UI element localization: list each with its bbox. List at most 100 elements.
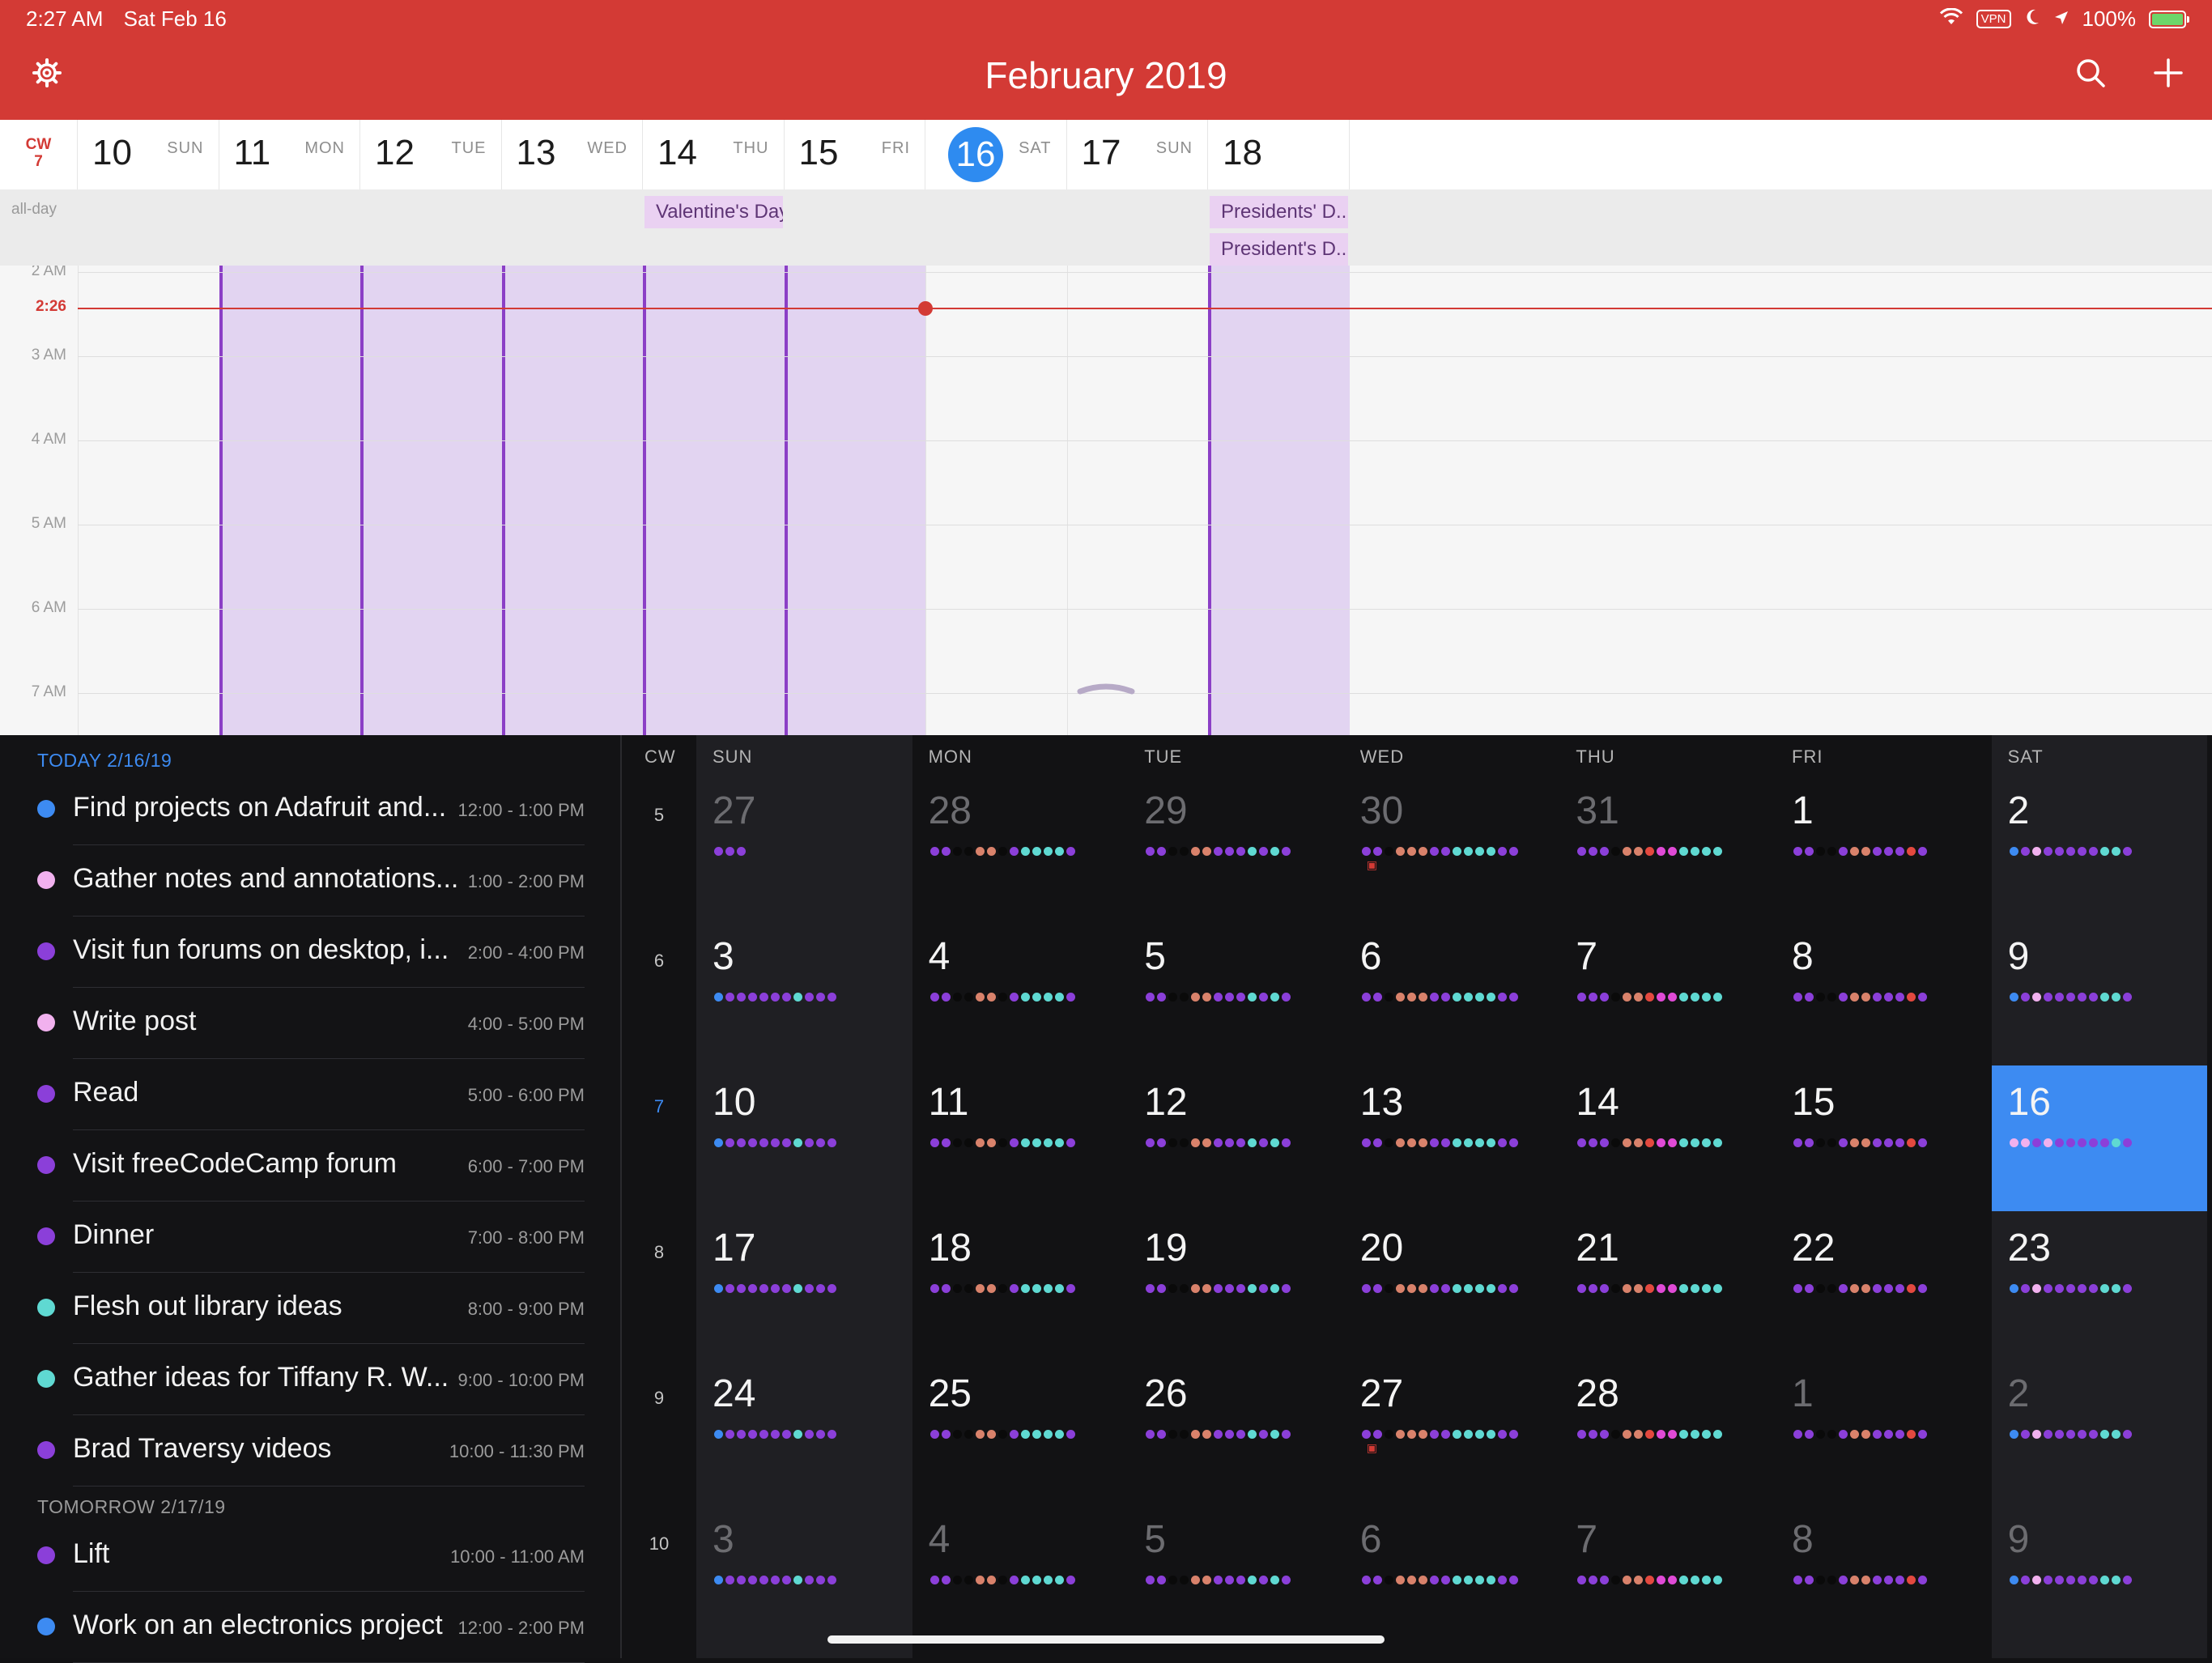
agenda-list[interactable]: TODAY 2/16/19 Find projects on Adafruit a… xyxy=(0,735,622,1663)
day-header-15[interactable]: 15 FRI xyxy=(785,120,925,189)
day-number: 14 xyxy=(1576,1081,1619,1124)
event-dot xyxy=(1589,847,1598,856)
month-day-cell[interactable]: 28 xyxy=(912,774,1128,920)
month-day-cell[interactable]: 4 xyxy=(912,1503,1128,1648)
month-day-cell[interactable]: 20 xyxy=(1344,1211,1559,1357)
month-day-cell[interactable]: 1 xyxy=(1776,774,1991,920)
event-block-12[interactable] xyxy=(360,266,502,735)
agenda-event[interactable]: Gather ideas for Tiffany R. W... 9:00 - 1… xyxy=(0,1344,622,1415)
event-dot xyxy=(793,1430,802,1439)
month-day-cell[interactable]: 2 xyxy=(1992,774,2207,920)
month-day-cell[interactable]: 3 xyxy=(696,920,912,1065)
event-time: 9:00 - 10:00 PM xyxy=(457,1370,585,1390)
event-dot xyxy=(737,1430,746,1439)
month-day-cell[interactable]: 29 xyxy=(1128,774,1343,920)
month-day-cell[interactable]: 8 xyxy=(1776,920,1991,1065)
month-day-cell[interactable]: 2 xyxy=(1992,1357,2207,1503)
day-header-11[interactable]: 11 MON xyxy=(219,120,360,189)
month-day-cell[interactable]: 5 xyxy=(1128,1503,1343,1648)
agenda-event[interactable]: Visit fun forums on desktop, i... 2:00 - … xyxy=(0,917,622,988)
month-day-cell[interactable]: 6 xyxy=(1344,920,1559,1065)
gear-icon[interactable] xyxy=(23,49,71,97)
month-day-cell[interactable]: 27 ▣ xyxy=(1344,1357,1559,1503)
search-icon[interactable] xyxy=(2066,49,2115,97)
agenda-event[interactable]: Flesh out library ideas 8:00 - 9:00 PM xyxy=(0,1273,622,1344)
agenda-event[interactable]: Find projects on Adafruit and... 12:00 - … xyxy=(0,774,622,845)
month-day-cell[interactable]: 21 xyxy=(1559,1211,1775,1357)
month-day-cell[interactable]: 8 xyxy=(1776,1503,1991,1648)
event-block-18[interactable] xyxy=(1208,266,1350,735)
month-day-cell[interactable]: 7 xyxy=(1559,920,1775,1065)
event-dot xyxy=(998,1284,1007,1293)
month-day-cell[interactable]: 28 xyxy=(1559,1357,1775,1503)
agenda-event[interactable]: Work on an electronics project 12:00 - 2:… xyxy=(0,1592,622,1663)
day-header-13[interactable]: 13 WED xyxy=(502,120,643,189)
month-day-cell[interactable]: 31 xyxy=(1559,774,1775,920)
month-day-cell[interactable]: 25 xyxy=(912,1357,1128,1503)
event-color-dot xyxy=(37,1546,55,1564)
month-day-cell[interactable]: 13 xyxy=(1344,1065,1559,1211)
event-dot xyxy=(1225,847,1235,856)
agenda-event[interactable]: Gather notes and annotations... 1:00 - 2:… xyxy=(0,845,622,917)
month-day-cell[interactable]: 30 ▣ xyxy=(1344,774,1559,920)
time-grid[interactable]: 2 AM 3 AM 4 AM 5 AM 6 AM 7 AM 2:26 xyxy=(0,266,2212,735)
event-dot xyxy=(1600,1284,1610,1293)
day-header-18[interactable]: 18 xyxy=(1208,120,1350,189)
event-dot xyxy=(1623,847,1632,856)
event-block-13[interactable] xyxy=(501,266,643,735)
month-day-cell[interactable]: 6 xyxy=(1344,1503,1559,1648)
day-header-17[interactable]: 17 SUN xyxy=(1067,120,1208,189)
month-day-cell[interactable]: 16 xyxy=(1991,1065,2207,1211)
day-column-divider xyxy=(1066,266,1068,735)
day-header-14[interactable]: 14 THU xyxy=(643,120,785,189)
agenda-event[interactable]: Lift 10:00 - 11:00 AM xyxy=(0,1521,622,1592)
month-day-cell[interactable]: 10 xyxy=(696,1065,912,1211)
month-day-cell[interactable]: 23 xyxy=(1992,1211,2207,1357)
month-day-cell[interactable]: 9 xyxy=(1992,920,2207,1065)
event-dot xyxy=(2054,1576,2064,1584)
event-block-14[interactable] xyxy=(643,266,785,735)
agenda-event[interactable]: Brad Traversy videos 10:00 - 11:30 PM xyxy=(0,1415,622,1486)
day-header-10[interactable]: 10 SUN xyxy=(78,120,219,189)
agenda-event[interactable]: Read 5:00 - 6:00 PM xyxy=(0,1059,622,1130)
day-header-16[interactable]: 16 SAT xyxy=(925,120,1067,189)
resize-handle-icon[interactable] xyxy=(1077,680,1135,696)
month-header-tue: TUE xyxy=(1144,746,1183,767)
all-day-event[interactable]: Valentine's Day xyxy=(644,196,783,228)
month-day-cell[interactable]: 27 xyxy=(696,774,912,920)
agenda-event[interactable]: Visit freeCodeCamp forum 6:00 - 7:00 PM xyxy=(0,1130,622,1202)
month-day-cell[interactable]: 3 xyxy=(696,1503,912,1648)
month-day-cell[interactable]: 15 xyxy=(1776,1065,1991,1211)
month-day-cell[interactable]: 5 xyxy=(1128,920,1343,1065)
event-dot xyxy=(1236,847,1246,856)
all-day-event[interactable]: Presidents' D... xyxy=(1210,196,1348,228)
event-dot xyxy=(1861,1430,1870,1439)
event-dots xyxy=(929,993,1075,1002)
month-day-cell[interactable]: 4 xyxy=(912,920,1128,1065)
event-dot xyxy=(2077,1430,2087,1439)
month-title[interactable]: February 2019 xyxy=(0,53,2212,97)
event-block-11[interactable] xyxy=(219,266,360,735)
event-block-15[interactable] xyxy=(784,266,925,735)
month-day-cell[interactable]: 1 xyxy=(1776,1357,1991,1503)
agenda-event[interactable]: Write post 4:00 - 5:00 PM xyxy=(0,988,622,1059)
event-dot xyxy=(1657,1576,1666,1584)
month-day-cell[interactable]: 7 xyxy=(1559,1503,1775,1648)
month-day-cell[interactable]: 19 xyxy=(1128,1211,1343,1357)
month-day-cell[interactable]: 14 xyxy=(1559,1065,1775,1211)
plus-icon[interactable] xyxy=(2144,49,2193,97)
month-day-cell[interactable]: 12 xyxy=(1128,1065,1343,1211)
all-day-event[interactable]: President's D... xyxy=(1210,233,1348,266)
agenda-event[interactable]: Dinner 7:00 - 8:00 PM xyxy=(0,1202,622,1273)
day-header-12[interactable]: 12 TUE xyxy=(360,120,502,189)
month-day-cell[interactable]: 22 xyxy=(1776,1211,1991,1357)
home-indicator[interactable] xyxy=(827,1635,1385,1644)
month-day-cell[interactable]: 9 xyxy=(1992,1503,2207,1648)
month-day-cell[interactable]: 11 xyxy=(912,1065,1128,1211)
month-day-cell[interactable]: 24 xyxy=(696,1357,912,1503)
event-dot xyxy=(1713,993,1723,1002)
month-day-cell[interactable]: 17 xyxy=(696,1211,912,1357)
event-dots xyxy=(2009,847,2132,856)
month-day-cell[interactable]: 26 xyxy=(1128,1357,1343,1503)
month-day-cell[interactable]: 18 xyxy=(912,1211,1128,1357)
